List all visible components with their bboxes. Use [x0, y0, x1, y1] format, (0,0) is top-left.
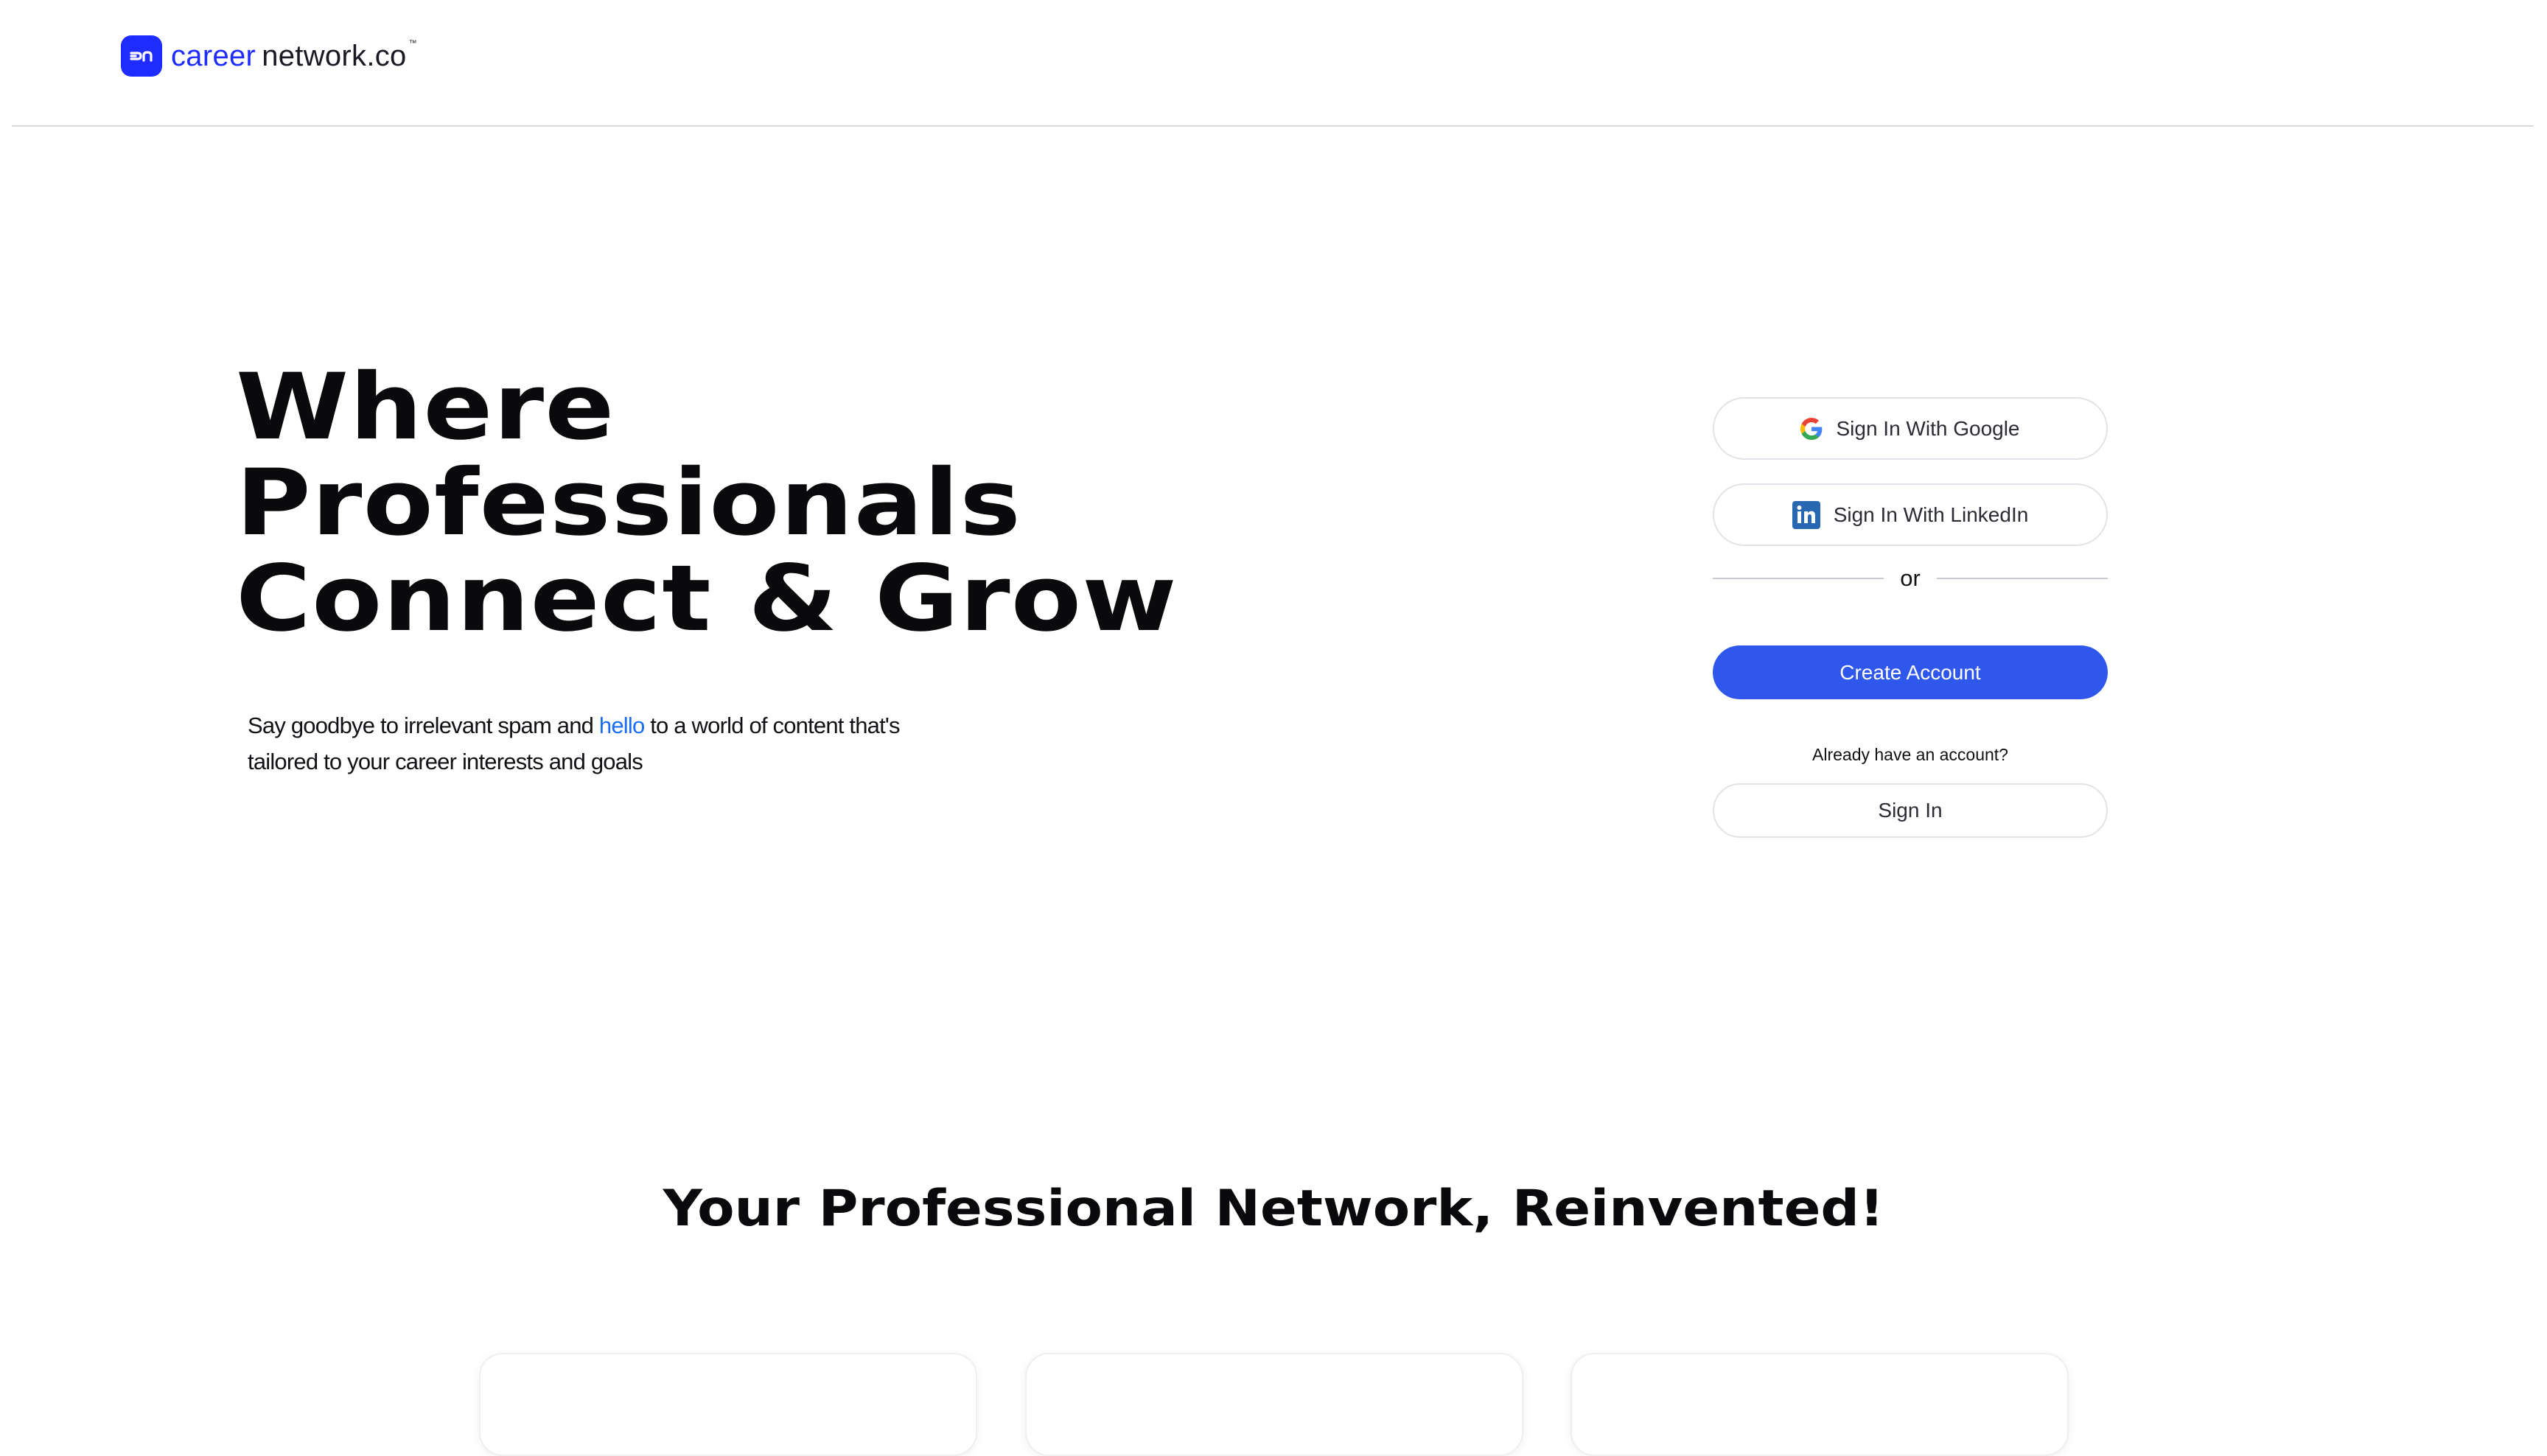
feature-card	[1025, 1353, 1523, 1456]
or-divider: or	[1713, 564, 2108, 593]
linkedin-icon	[1792, 500, 1820, 529]
create-account-button[interactable]: Create Account	[1713, 645, 2108, 699]
logo-network-text: network.co	[262, 40, 407, 72]
or-label: or	[1900, 565, 1921, 591]
sign-in-label: Sign In	[1878, 799, 1943, 822]
feature-card	[1571, 1353, 2069, 1456]
sign-in-linkedin-label: Sign In With LinkedIn	[1833, 503, 2029, 526]
hero-title-line: Connect & Grow	[236, 546, 1178, 652]
site-header: career network.co ™	[12, 0, 2534, 127]
logo-career-text: career	[171, 40, 256, 72]
logo-wordmark: career network.co ™	[171, 39, 417, 72]
feature-card	[479, 1353, 977, 1456]
sign-in-linkedin-button[interactable]: Sign In With LinkedIn	[1713, 483, 2108, 546]
hero-title: Where Professionals Connect & Grow	[236, 360, 1391, 647]
brand-logo[interactable]: career network.co ™	[121, 34, 417, 78]
google-icon	[1800, 417, 1823, 440]
section-title-text: Your Professional Network, Reinvented!	[663, 1180, 1884, 1238]
trademark-mark: ™	[408, 39, 417, 48]
careernetwork-logo-icon	[121, 35, 162, 77]
section-title: Your Professional Network, Reinvented!	[0, 1176, 2547, 1242]
hero-subtitle: Say goodbye to irrelevant spam and hello…	[248, 707, 911, 780]
create-account-label: Create Account	[1840, 660, 1981, 684]
sign-in-google-button[interactable]: Sign In With Google	[1713, 397, 2108, 460]
sign-in-google-label: Sign In With Google	[1836, 416, 2020, 440]
sign-in-button[interactable]: Sign In	[1713, 783, 2108, 838]
already-have-account-text: Already have an account?	[1812, 745, 2008, 764]
divider-line	[1936, 578, 2108, 579]
hero-subtitle-highlight: hello	[598, 713, 645, 738]
divider-line	[1713, 578, 1884, 579]
hero-subtitle-text: Say goodbye to irrelevant spam and	[248, 713, 599, 738]
hero-title-line: Professionals	[236, 450, 1022, 556]
hero-title-line: Where	[236, 354, 615, 461]
